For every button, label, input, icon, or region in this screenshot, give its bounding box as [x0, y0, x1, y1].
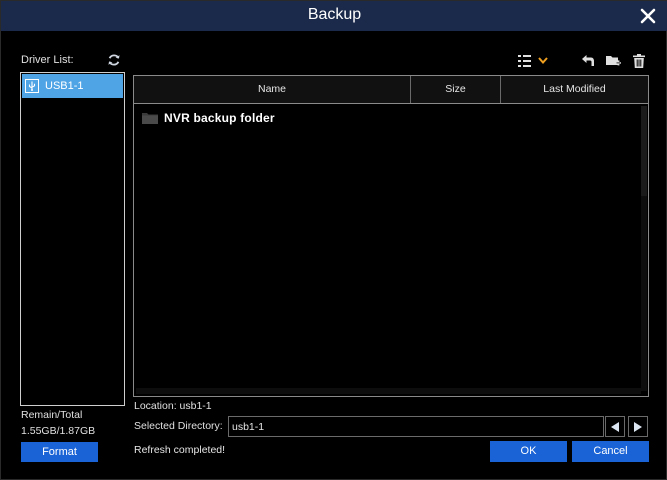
triangle-right-icon — [634, 421, 642, 432]
driver-item-label: USB1-1 — [45, 80, 84, 92]
table-row[interactable]: NVR backup folder — [142, 109, 275, 127]
vertical-scrollbar[interactable] — [641, 106, 647, 391]
next-button[interactable] — [628, 416, 648, 437]
cancel-button[interactable]: Cancel — [572, 441, 649, 462]
remain-total-value: 1.55GB/1.87GB — [21, 425, 96, 437]
list-view-icon[interactable] — [517, 53, 549, 69]
folder-icon — [142, 113, 158, 124]
ok-button[interactable]: OK — [490, 441, 567, 462]
file-table: Name Size Last Modified NVR backup folde… — [133, 75, 649, 397]
delete-icon[interactable] — [631, 53, 647, 69]
format-button[interactable]: Format — [21, 442, 98, 462]
title-bar: Backup — [1, 1, 667, 31]
column-header-name[interactable]: Name — [134, 76, 411, 103]
refresh-icon[interactable] — [107, 53, 121, 67]
status-message: Refresh completed! — [134, 444, 226, 456]
dialog-title: Backup — [307, 6, 362, 23]
driver-list-label: Driver List: — [21, 54, 74, 66]
driver-list: USB1-1 — [20, 72, 125, 406]
previous-button[interactable] — [605, 416, 625, 437]
remain-total-label: Remain/Total — [21, 409, 83, 421]
column-header-last-modified[interactable]: Last Modified — [501, 76, 648, 103]
location-text: Location: usb1-1 — [134, 400, 212, 412]
usb-drive-icon — [25, 79, 39, 93]
column-header-size[interactable]: Size — [411, 76, 501, 103]
new-folder-icon[interactable] — [605, 53, 621, 69]
file-name: NVR backup folder — [164, 111, 275, 125]
table-header: Name Size Last Modified — [134, 76, 648, 104]
selected-directory-label: Selected Directory: — [134, 420, 223, 432]
driver-item-usb1-1[interactable]: USB1-1 — [22, 74, 123, 98]
triangle-left-icon — [611, 421, 619, 432]
selected-directory-input[interactable] — [228, 416, 604, 437]
backup-dialog: Backup Driver List: USB1-1 Remain/Total … — [0, 0, 667, 480]
scrollbar-thumb[interactable] — [641, 106, 647, 196]
close-icon[interactable] — [638, 6, 658, 26]
back-icon[interactable] — [580, 53, 596, 69]
horizontal-scrollbar[interactable] — [136, 388, 641, 394]
